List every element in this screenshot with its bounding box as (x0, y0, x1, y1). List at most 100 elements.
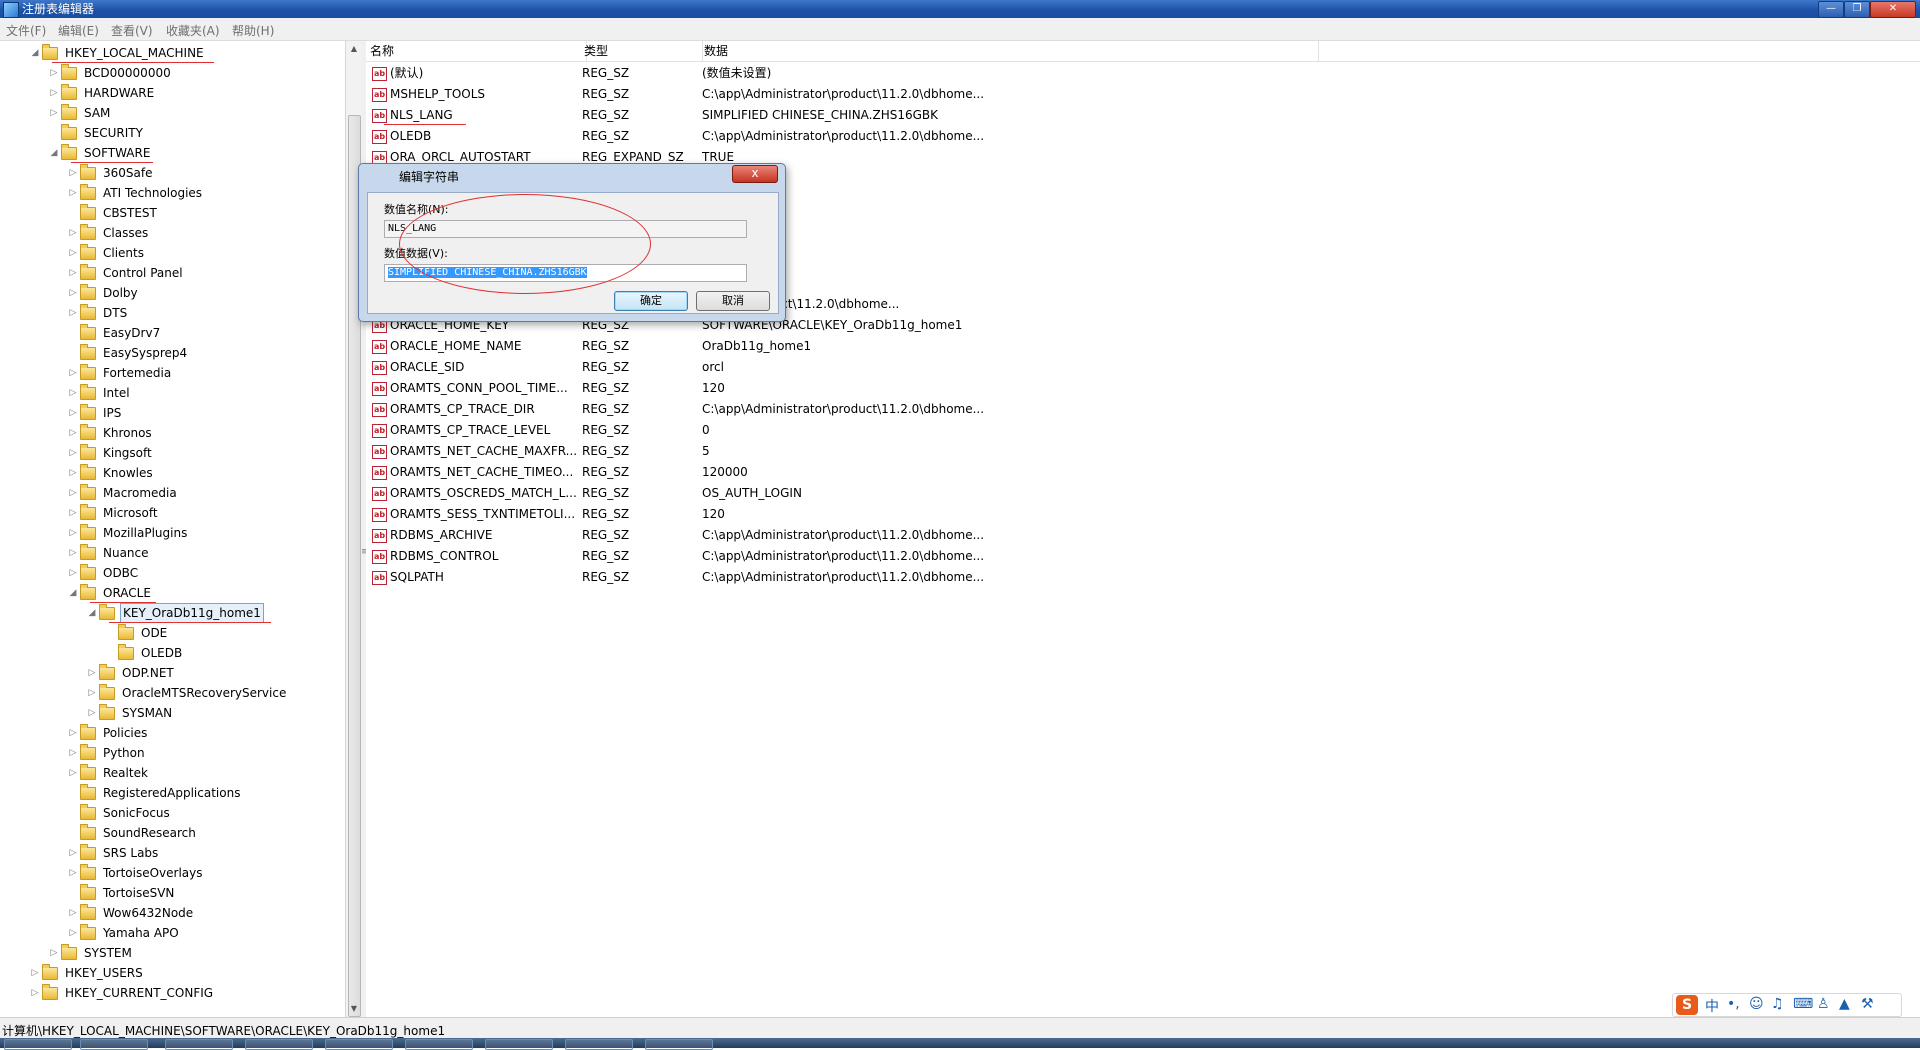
collapsed-arrow-icon[interactable]: ▷ (68, 843, 78, 863)
scroll-down-arrow-icon[interactable]: ▼ (346, 1001, 362, 1017)
value-data: 0 (702, 423, 710, 437)
collapsed-arrow-icon[interactable]: ▷ (68, 423, 78, 443)
value-row[interactable]: ab ORAMTS_CONN_POOL_TIME... REG_SZ 120 (366, 378, 1326, 399)
collapsed-arrow-icon[interactable]: ▷ (30, 983, 40, 1003)
collapsed-arrow-icon[interactable]: ▷ (49, 83, 59, 103)
collapsed-arrow-icon[interactable]: ▷ (87, 683, 97, 703)
taskbar-item[interactable] (405, 1039, 473, 1050)
regedit-app-icon[interactable] (3, 2, 19, 18)
skin-shirt-icon[interactable]: ▲ (1839, 996, 1850, 1012)
microphone-icon[interactable]: ♫ (1771, 996, 1784, 1012)
taskbar-item[interactable] (325, 1039, 393, 1050)
taskbar-item[interactable] (645, 1039, 713, 1050)
collapsed-arrow-icon[interactable]: ▷ (68, 263, 78, 283)
tree-node-label: BCD00000000 (84, 66, 171, 80)
menu-view[interactable]: 查看(V) (111, 22, 153, 39)
collapsed-arrow-icon[interactable]: ▷ (68, 183, 78, 203)
value-row[interactable]: ab RDBMS_CONTROL REG_SZ C:\app\Administrato… (366, 546, 1326, 567)
column-header-type[interactable]: 类型 (580, 41, 703, 61)
collapsed-arrow-icon[interactable]: ▷ (68, 723, 78, 743)
collapsed-arrow-icon[interactable]: ▷ (68, 863, 78, 883)
expanded-arrow-icon[interactable]: ◢ (30, 43, 40, 63)
collapsed-arrow-icon[interactable]: ▷ (68, 243, 78, 263)
sogou-logo-icon[interactable]: S (1676, 995, 1698, 1015)
collapsed-arrow-icon[interactable]: ▷ (68, 303, 78, 323)
taskbar-item[interactable] (80, 1039, 148, 1050)
value-row[interactable]: ab OLEDB REG_SZ C:\app\Administrator\produc… (366, 126, 1326, 147)
start-button[interactable] (4, 1039, 72, 1050)
collapsed-arrow-icon[interactable]: ▷ (87, 703, 97, 723)
collapsed-arrow-icon[interactable]: ▷ (68, 743, 78, 763)
value-row[interactable]: ab ORAMTS_OSCREDS_MATCH_L... REG_SZ OS_AUTH… (366, 483, 1326, 504)
collapsed-arrow-icon[interactable]: ▷ (68, 163, 78, 183)
value-row[interactable]: ab NLS_LANG REG_SZ SIMPLIFIED CHINESE_CHINA… (366, 105, 1326, 126)
taskbar-item[interactable] (165, 1039, 233, 1050)
collapsed-arrow-icon[interactable]: ▷ (49, 103, 59, 123)
collapsed-arrow-icon[interactable]: ▷ (68, 443, 78, 463)
keyboard-icon[interactable]: ⌨ (1793, 996, 1813, 1012)
expanded-arrow-icon[interactable]: ◢ (49, 143, 59, 163)
expanded-arrow-icon[interactable]: ◢ (68, 583, 78, 603)
value-row[interactable]: ab ORAMTS_CP_TRACE_LEVEL REG_SZ 0 (366, 420, 1326, 441)
collapsed-arrow-icon[interactable]: ▷ (68, 363, 78, 383)
minimize-button[interactable]: — (1818, 1, 1844, 18)
value-type: REG_SZ (582, 423, 630, 437)
expanded-arrow-icon[interactable]: ◢ (87, 603, 97, 623)
collapsed-arrow-icon[interactable]: ▷ (87, 663, 97, 683)
value-name: RDBMS_CONTROL (390, 549, 499, 563)
value-row[interactable]: ab MSHELP_TOOLS REG_SZ C:\app\Administrator… (366, 84, 1326, 105)
close-button[interactable]: ✕ (1870, 1, 1916, 18)
value-row[interactable]: ab SQLPATH REG_SZ C:\app\Administrator\prod… (366, 567, 1326, 588)
collapsed-arrow-icon[interactable]: ▷ (68, 523, 78, 543)
scroll-up-arrow-icon[interactable]: ▲ (346, 41, 362, 57)
registry-tree[interactable]: ◢ HKEY_LOCAL_MACHINE ▷ BCD00000000 ▷ HARDWARE… (0, 41, 346, 1017)
value-row[interactable]: ab ORACLE_HOME_NAME REG_SZ OraDb11g_home1 (366, 336, 1326, 357)
collapsed-arrow-icon[interactable]: ▷ (68, 563, 78, 583)
collapsed-arrow-icon[interactable]: ▷ (68, 223, 78, 243)
ime-mode-chinese[interactable]: 中 (1705, 996, 1719, 1016)
tree-node-label: Classes (103, 226, 149, 240)
folder-icon (80, 824, 96, 840)
value-row[interactable]: ab (默认) REG_SZ (数值未设置) (366, 63, 1326, 84)
taskbar-item[interactable] (245, 1039, 313, 1050)
settings-wrench-icon[interactable]: ⚒ (1861, 996, 1874, 1012)
maximize-button[interactable]: ❐ (1844, 1, 1870, 18)
menu-favorites[interactable]: 收藏夹(A) (166, 22, 220, 39)
collapsed-arrow-icon[interactable]: ▷ (68, 463, 78, 483)
collapsed-arrow-icon[interactable]: ▷ (68, 403, 78, 423)
tree-node-label: OLEDB (141, 646, 183, 660)
collapsed-arrow-icon[interactable]: ▷ (68, 923, 78, 943)
collapsed-arrow-icon[interactable]: ▷ (68, 903, 78, 923)
emoji-icon[interactable]: ☺ (1749, 996, 1764, 1012)
folder-icon (80, 264, 96, 280)
collapsed-arrow-icon[interactable]: ▷ (68, 483, 78, 503)
taskbar-item[interactable] (565, 1039, 633, 1050)
value-row[interactable]: ab ORAMTS_CP_TRACE_DIR REG_SZ C:\app\Admini… (366, 399, 1326, 420)
value-row[interactable]: ab ORACLE_SID REG_SZ orcl (366, 357, 1326, 378)
value-row[interactable]: ab ORAMTS_SESS_TXNTIMETOLI... REG_SZ 120 (366, 504, 1326, 525)
collapsed-arrow-icon[interactable]: ▷ (68, 383, 78, 403)
collapsed-arrow-icon[interactable]: ▷ (68, 503, 78, 523)
column-header-data[interactable]: 数据 (700, 41, 1319, 61)
ok-button[interactable]: 确定 (614, 291, 688, 311)
menu-file[interactable]: 文件(F) (6, 22, 46, 39)
collapsed-arrow-icon[interactable]: ▷ (49, 943, 59, 963)
punctuation-icon[interactable]: •, (1727, 996, 1740, 1012)
folder-icon (42, 984, 58, 1000)
collapsed-arrow-icon[interactable]: ▷ (30, 963, 40, 983)
menu-help[interactable]: 帮助(H) (232, 22, 274, 39)
taskbar-item[interactable] (485, 1039, 553, 1050)
collapsed-arrow-icon[interactable]: ▷ (49, 63, 59, 83)
value-row[interactable]: ab ORAMTS_NET_CACHE_MAXFR... REG_SZ 5 (366, 441, 1326, 462)
collapsed-arrow-icon[interactable]: ▷ (68, 763, 78, 783)
collapsed-arrow-icon[interactable]: ▷ (68, 283, 78, 303)
value-data: C:\app\Administrator\product\11.2.0\dbho… (702, 87, 985, 101)
user-icon[interactable]: ♙ (1817, 996, 1830, 1012)
collapsed-arrow-icon[interactable]: ▷ (68, 543, 78, 563)
value-row[interactable]: ab ORAMTS_NET_CACHE_TIMEO... REG_SZ 120000 (366, 462, 1326, 483)
cancel-button[interactable]: 取消 (696, 291, 770, 311)
dialog-close-button[interactable]: x (732, 165, 778, 183)
column-header-name[interactable]: 名称 (366, 41, 587, 61)
menu-edit[interactable]: 编辑(E) (58, 22, 99, 39)
value-row[interactable]: ab RDBMS_ARCHIVE REG_SZ C:\app\Administrato… (366, 525, 1326, 546)
